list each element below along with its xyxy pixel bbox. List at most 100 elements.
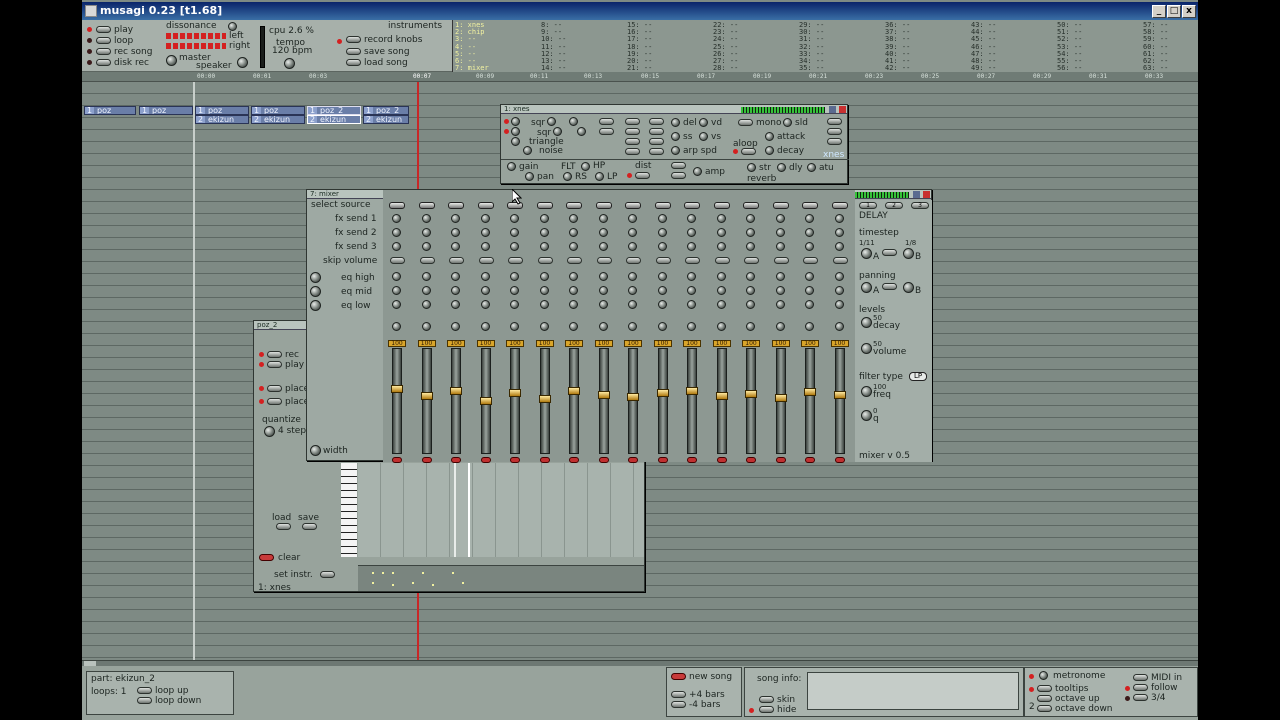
fx-send-knob[interactable] [716, 228, 726, 237]
fx-send-knob[interactable] [598, 228, 608, 237]
volume-fader[interactable] [568, 348, 580, 454]
xnes-toggle-1[interactable] [599, 118, 614, 125]
eq-knob[interactable] [834, 286, 844, 295]
save-song-button[interactable] [346, 48, 361, 55]
select-source-button[interactable] [566, 202, 582, 209]
fx-send-knob[interactable] [510, 214, 519, 223]
str-knob[interactable] [747, 163, 756, 172]
eq-knob[interactable] [510, 272, 519, 281]
song-info-field[interactable] [807, 672, 1019, 710]
mute-button[interactable] [480, 457, 491, 463]
eq-knob[interactable] [657, 272, 667, 281]
close-button[interactable]: x [1182, 5, 1196, 18]
pan-knob[interactable] [598, 322, 608, 331]
skip-volume-button[interactable] [803, 257, 818, 264]
select-source-button[interactable] [389, 202, 405, 209]
vs-knob[interactable] [699, 132, 708, 141]
amp-toggle-1[interactable] [671, 162, 686, 169]
fx-send-knob[interactable] [687, 214, 696, 223]
pan-knob[interactable] [539, 322, 549, 331]
attack-knob[interactable] [765, 132, 774, 141]
scrollbar-thumb[interactable] [84, 661, 96, 666]
volume-fader[interactable] [774, 348, 787, 454]
select-source-button[interactable] [595, 202, 612, 209]
dist-button[interactable] [635, 172, 650, 179]
skip-volume-button[interactable] [596, 257, 612, 264]
eq-knob[interactable] [451, 272, 460, 281]
fx-send-knob[interactable] [569, 228, 578, 237]
select-source-button[interactable] [772, 202, 789, 209]
mute-button[interactable] [510, 457, 520, 463]
fx-tab-3[interactable]: 3 [911, 202, 929, 209]
record-knobs-button[interactable] [346, 36, 361, 43]
minus-4-bars-button[interactable] [671, 701, 686, 708]
mixer-close-icon[interactable] [923, 191, 930, 198]
volume-fader[interactable] [391, 348, 403, 454]
eq-knob[interactable] [746, 286, 755, 295]
pan-knob[interactable] [510, 322, 519, 331]
fx-send-knob[interactable] [657, 242, 667, 251]
mute-button[interactable] [657, 457, 668, 463]
sqr2-knob[interactable] [511, 127, 520, 136]
tooltips-button[interactable] [1037, 685, 1052, 692]
hide-button[interactable] [759, 706, 774, 713]
fx-send-knob[interactable] [687, 228, 696, 237]
select-source-button[interactable] [448, 202, 464, 209]
volume-fader[interactable] [656, 348, 669, 454]
fader-handle[interactable] [627, 393, 639, 401]
sqr2-vol-knob[interactable] [577, 127, 586, 136]
load-button[interactable] [276, 523, 291, 530]
eq-knob[interactable] [746, 272, 755, 281]
instrument-column-5[interactable]: 29: -- 30: -- 31: -- 32: -- 33: -- 34: -… [799, 21, 824, 72]
skip-volume-button[interactable] [390, 257, 405, 264]
instrument-column-9[interactable]: 57: -- 58: -- 59: -- 60: -- 61: -- 62: -… [1143, 21, 1168, 72]
piano-keyboard[interactable] [341, 463, 357, 557]
pan-knob[interactable] [716, 322, 726, 331]
note-grid[interactable] [358, 463, 644, 557]
fx-send-knob[interactable] [716, 214, 726, 223]
set-instr-button[interactable] [320, 571, 335, 578]
timestep-b-knob[interactable] [903, 248, 914, 259]
xnes-close-icon[interactable] [839, 106, 846, 113]
fx-send-knob[interactable] [510, 242, 519, 251]
eq-knob[interactable] [451, 286, 460, 295]
fader-handle[interactable] [833, 391, 846, 399]
eq-knob[interactable] [539, 272, 549, 281]
fx-send-knob[interactable] [775, 228, 785, 237]
fx-tab-2[interactable]: 2 [885, 202, 903, 209]
skip-volume-button[interactable] [419, 257, 435, 264]
eq-knob[interactable] [716, 300, 726, 309]
fx-send-knob[interactable] [451, 228, 460, 237]
amp-toggle-2[interactable] [671, 172, 686, 179]
volume-fader[interactable] [450, 348, 462, 454]
mute-button[interactable] [569, 457, 579, 463]
eq-knob[interactable] [392, 300, 401, 309]
piano-play-button[interactable] [267, 361, 282, 368]
aloop-button[interactable] [741, 148, 756, 155]
fader-handle[interactable] [391, 385, 403, 393]
skin-button[interactable] [759, 696, 774, 703]
clip-poz[interactable]: 1 poz [139, 106, 193, 115]
fader-handle[interactable] [804, 388, 816, 396]
eq-knob[interactable] [569, 300, 578, 309]
instrument-column-6[interactable]: 36: -- 37: -- 38: -- 39: -- 40: -- 41: -… [885, 21, 910, 72]
xnes-toggle-9[interactable] [649, 138, 664, 145]
panning-link-button[interactable] [882, 283, 897, 290]
fader-handle[interactable] [420, 392, 433, 400]
mute-button[interactable] [687, 457, 697, 463]
three-four-button[interactable] [1133, 694, 1148, 701]
place1-button[interactable] [267, 385, 282, 392]
fx-tab-1[interactable]: 1 [859, 202, 877, 209]
metronome-knob[interactable] [1039, 671, 1048, 680]
select-source-button[interactable] [684, 202, 700, 209]
pan-knob[interactable] [525, 172, 534, 181]
eq-knob[interactable] [805, 272, 814, 281]
fx-send-knob[interactable] [392, 242, 401, 251]
pan-knob[interactable] [834, 322, 844, 331]
instrument-column-8[interactable]: 50: -- 51: -- 52: -- 53: -- 54: -- 55: -… [1057, 21, 1082, 72]
fx-send-knob[interactable] [480, 228, 490, 237]
decay-knob[interactable] [861, 317, 872, 328]
fx-send-knob[interactable] [539, 214, 549, 223]
eq-knob[interactable] [716, 272, 726, 281]
fader-handle[interactable] [774, 394, 787, 402]
